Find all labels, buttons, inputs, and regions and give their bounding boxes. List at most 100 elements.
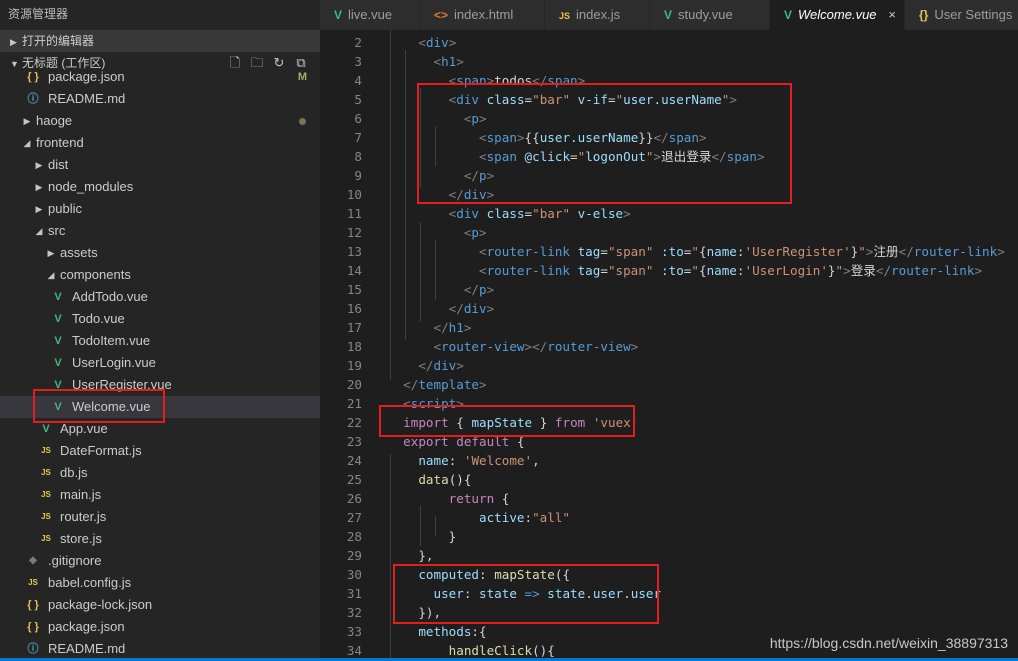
tree-item-label: package-lock.json: [48, 597, 153, 612]
tree-item-label: router.js: [60, 509, 107, 524]
js-icon: JS: [41, 512, 51, 521]
line-number: 31: [346, 586, 362, 601]
tree-file[interactable]: ◆ .gitignore: [0, 550, 320, 572]
tree-file[interactable]: V Todo.vue: [0, 308, 320, 330]
code-line: 2 <div>: [320, 33, 1018, 52]
code-token: tag: [577, 244, 601, 259]
code-token: </: [418, 358, 434, 373]
code-token: >: [623, 206, 631, 221]
tree-file[interactable]: ⓘ README.md: [0, 638, 320, 660]
line-number: 23: [346, 434, 362, 449]
tree-file[interactable]: ⓘ README.md: [0, 88, 320, 110]
tree-file[interactable]: JS store.js: [0, 528, 320, 550]
tab-index-js[interactable]: JS index.js: [545, 0, 650, 30]
code-token: :{: [471, 624, 487, 639]
code-token: </: [448, 301, 464, 316]
tree-file[interactable]: JS db.js: [0, 462, 320, 484]
tree-file[interactable]: JS DateFormat.js: [0, 440, 320, 462]
code-token: 登录: [850, 263, 876, 278]
code-token: name: [418, 453, 449, 468]
code-token: </: [898, 244, 914, 259]
tree-folder[interactable]: ▶ public: [0, 198, 320, 220]
code-token: >: [524, 339, 533, 354]
tree-file[interactable]: JS main.js: [0, 484, 320, 506]
info-icon: ⓘ: [27, 93, 39, 105]
code-token: (){: [532, 643, 555, 658]
code-token: handleClick: [448, 643, 533, 658]
open-editors-section[interactable]: ▶ 打开的编辑器: [0, 30, 320, 52]
code-line: 18 <router-view></router-view>: [320, 337, 1018, 356]
close-icon[interactable]: ×: [888, 0, 896, 29]
line-number: 17: [346, 320, 362, 335]
line-number: 10: [346, 187, 362, 202]
code-token: p: [479, 282, 487, 297]
tree-item-label: babel.config.js: [48, 575, 132, 590]
line-code: <router-link tag="span" :to="{name:'User…: [388, 261, 982, 280]
line-number: 22: [346, 415, 362, 430]
tree-folder[interactable]: ◢ frontend: [0, 132, 320, 154]
json-icon: { }: [27, 71, 39, 83]
code-token: =: [524, 206, 533, 221]
vue-icon: V: [54, 291, 62, 303]
tree-file[interactable]: JS router.js: [0, 506, 320, 528]
code-token: >: [630, 339, 639, 354]
info-icon: ⓘ: [27, 643, 39, 655]
tree-file[interactable]: V TodoItem.vue: [0, 330, 320, 352]
tab-index-html[interactable]: <> index.html: [420, 0, 545, 30]
tree-item-label: main.js: [60, 487, 102, 502]
tree-item-label: .gitignore: [48, 553, 102, 568]
code-token: }: [827, 263, 836, 278]
tree-file[interactable]: { } package-lock.json: [0, 594, 320, 616]
line-number: 21: [346, 396, 362, 411]
line-number: 8: [354, 149, 362, 164]
tree-file[interactable]: JS babel.config.js: [0, 572, 320, 594]
tree-item-label: UserLogin.vue: [72, 355, 156, 370]
tab-study-vue[interactable]: Vstudy.vue: [650, 0, 770, 30]
line-code: }: [388, 527, 457, 546]
tree-item-label: README.md: [48, 641, 126, 656]
code-token: }: [448, 529, 457, 544]
tree-file[interactable]: { } package.json: [0, 616, 320, 638]
tab-welcome-vue[interactable]: V Welcome.vue ×: [770, 0, 905, 30]
tab-live-vue[interactable]: Vlive.vue: [320, 0, 420, 30]
line-code: </p>: [388, 280, 494, 299]
tab-label: live.vue: [348, 7, 393, 22]
code-token: 'Welcome': [463, 453, 533, 468]
tree-folder[interactable]: ▶ dist: [0, 154, 320, 176]
tree-folder[interactable]: ▶ assets: [0, 242, 320, 264]
tree-folder[interactable]: ▶ node_modules: [0, 176, 320, 198]
vue-icon: V: [54, 357, 62, 369]
chevron-right-icon: ▶: [10, 37, 17, 47]
code-token: div: [456, 206, 480, 221]
tab-label: Welcome.vue: [798, 7, 877, 22]
js-icon: JS: [41, 468, 51, 477]
tree-folder[interactable]: ◢ src: [0, 220, 320, 242]
tree-file[interactable]: { } package.json M: [0, 66, 320, 88]
tab-user-settings[interactable]: {} User Settings: [905, 0, 1018, 30]
line-number: 4: [354, 73, 362, 88]
tree-file[interactable]: V UserLogin.vue: [0, 352, 320, 374]
line-number: 27: [346, 510, 362, 525]
line-number: 24: [346, 453, 362, 468]
code-token: 'UserLogin': [744, 263, 828, 278]
code-token: <: [479, 244, 487, 259]
code-line: 11 <div class="bar" v-else>: [320, 204, 1018, 223]
tree-file[interactable]: V AddTodo.vue: [0, 286, 320, 308]
code-token: "bar": [532, 206, 571, 221]
highlight-box-vif: [417, 83, 792, 204]
code-token: >: [486, 301, 495, 316]
tree-folder[interactable]: ▶ haoge: [0, 110, 320, 132]
tree-folder[interactable]: ◢ components: [0, 264, 320, 286]
